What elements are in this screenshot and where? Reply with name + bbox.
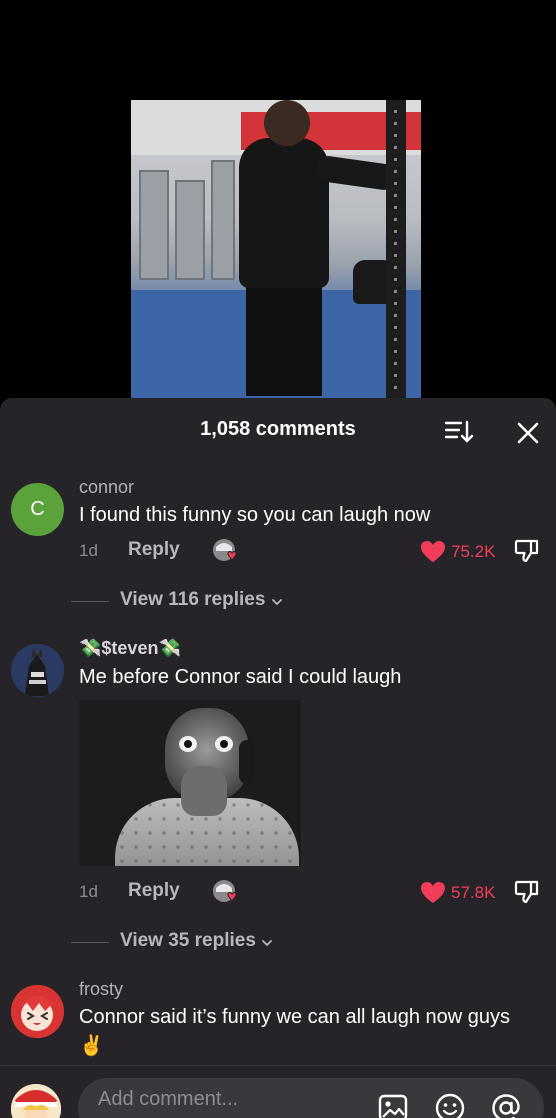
view-replies-button[interactable]: View 116 replies	[71, 589, 299, 615]
image-headphone	[239, 740, 255, 784]
comment-item: frosty Connor said it’s funny we can all…	[0, 978, 556, 1068]
avatar-image	[11, 985, 64, 1038]
comment-age: 1d	[79, 541, 98, 560]
video-gym-machine	[139, 170, 169, 280]
avatar[interactable]	[11, 985, 64, 1038]
video-player[interactable]	[0, 0, 556, 400]
image-attach-icon[interactable]	[377, 1092, 409, 1118]
comment-item: C connor I found this funny so you can l…	[0, 474, 556, 624]
my-avatar	[11, 1084, 61, 1118]
comment-meta-row: 1d Reply 75.2K	[79, 537, 549, 567]
emoji-icon[interactable]	[434, 1092, 466, 1118]
image-pupil	[184, 740, 192, 748]
divider-line	[71, 601, 109, 602]
chevron-down-icon	[272, 599, 282, 605]
comment-age: 1d	[79, 882, 98, 901]
dislike-icon[interactable]	[513, 537, 541, 565]
video-pole-holes	[394, 110, 397, 390]
image-eye	[179, 736, 197, 752]
close-icon[interactable]	[513, 418, 543, 448]
creator-liked-icon	[213, 539, 237, 561]
comment-text: Connor said it’s funny we can all laugh …	[79, 1006, 510, 1057]
comment-input-bar	[0, 1065, 556, 1118]
comment-item: 💸$teven💸 Me before Connor said I could l…	[0, 636, 556, 956]
sort-descending-icon[interactable]	[444, 419, 474, 445]
image-hand	[181, 766, 227, 816]
mention-icon[interactable]	[490, 1092, 522, 1118]
comments-sheet: 1,058 comments C connor I found this fun…	[0, 398, 556, 1118]
divider-line	[71, 942, 109, 943]
heart-filled-icon[interactable]	[419, 538, 447, 566]
avatar-image	[11, 644, 64, 697]
avatar[interactable]	[11, 644, 64, 697]
reply-button[interactable]: Reply	[128, 880, 180, 902]
avatar[interactable]: C	[11, 483, 64, 536]
comments-header: 1,058 comments	[0, 398, 556, 464]
comment-image[interactable]	[79, 700, 301, 866]
dislike-icon[interactable]	[513, 878, 541, 906]
creator-liked-icon	[213, 880, 237, 902]
chevron-down-icon	[262, 940, 272, 946]
video-gym-machine	[175, 180, 205, 280]
comment-username[interactable]: connor	[79, 477, 134, 498]
view-replies-label: View 35 replies	[120, 930, 256, 951]
my-avatar-image	[11, 1084, 61, 1118]
like-count: 75.2K	[451, 542, 496, 561]
image-eye	[215, 736, 233, 752]
video-gym-machine	[211, 160, 235, 280]
comment-text: I found this funny so you can laugh now	[79, 504, 431, 526]
like-count: 57.8K	[451, 883, 496, 902]
video-person-legs	[246, 278, 322, 396]
like-group[interactable]: 75.2K	[419, 538, 499, 566]
video-person-head	[264, 100, 310, 146]
heart-filled-icon[interactable]	[419, 879, 447, 907]
video-person-body	[239, 138, 329, 288]
avatar-letter: C	[30, 498, 45, 520]
like-group[interactable]: 57.8K	[419, 879, 499, 907]
video-frame[interactable]	[131, 100, 421, 398]
comment-input[interactable]	[78, 1078, 544, 1118]
comment-meta-row: 1d Reply 57.8K	[79, 878, 549, 908]
image-pupil	[220, 740, 228, 748]
view-replies-button[interactable]: View 35 replies	[71, 930, 299, 956]
comment-username[interactable]: 💸$teven💸	[79, 638, 181, 659]
comment-username[interactable]: frosty	[79, 979, 123, 1000]
comment-text: Me before Connor said I could laugh	[79, 666, 402, 688]
reply-button[interactable]: Reply	[128, 539, 180, 561]
view-replies-label: View 116 replies	[120, 589, 266, 610]
